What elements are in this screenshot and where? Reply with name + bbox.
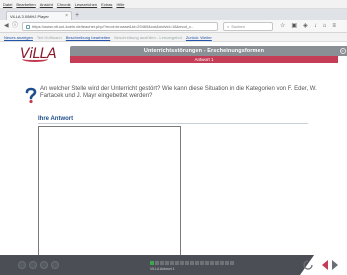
download-icon[interactable]: ↓ [314, 22, 317, 31]
browser-tabstrip: ViLLA 3.0/MHJ Player × + [0, 9, 347, 20]
page-subtitle: Antwort 1 [194, 57, 214, 62]
menu-item-chronik[interactable]: Chronik [57, 2, 71, 7]
progress-segment [210, 261, 214, 265]
progress-segment [230, 261, 234, 265]
close-icon: × [339, 48, 346, 54]
progress-segment [150, 261, 154, 265]
progress-segment [215, 261, 219, 265]
progress-segment [200, 261, 204, 265]
progress-segment [185, 261, 189, 265]
answer-label: Ihre Antwort [38, 116, 74, 122]
progress-segment [180, 261, 184, 265]
progress-segment [220, 261, 224, 265]
previous-arrow-icon [322, 260, 328, 270]
url-bar[interactable]: https://www.nit.uni-koeln.de/teacher.php… [22, 22, 218, 31]
info-icon[interactable]: ⓘ [12, 23, 18, 30]
next-arrow-icon [332, 260, 338, 270]
home-icon[interactable]: ⌂ [323, 22, 327, 31]
progress-segment [170, 261, 174, 265]
close-button[interactable]: × [338, 46, 347, 56]
progress-segment [175, 261, 179, 265]
progress-segment [195, 261, 199, 265]
app-header: ViLLA Unterrichtsstörungen - Erscheinung… [0, 42, 347, 66]
progress-label: ViLLA Antwort 1 [150, 267, 175, 271]
app-content: ViLLA Unterrichtsstörungen - Erscheinung… [0, 42, 347, 275]
answer-textarea[interactable] [38, 126, 181, 273]
progress-segment [155, 261, 159, 265]
bookmark-item[interactable]: Zurück: Weiter [186, 35, 212, 40]
browser-menubar: Datei Bearbeiten Ansicht Chronik Lesezei… [0, 0, 347, 9]
back-arrow-icon[interactable]: ◀ [4, 23, 9, 30]
hamburger-menu-icon[interactable]: ≡ [332, 22, 336, 31]
bookmark-item[interactable]: Neues anzeigen [4, 35, 33, 40]
bookmark-item[interactable]: Beschreibung ausfüllen - Lernangebot [114, 35, 182, 40]
footer-controls [18, 261, 59, 269]
logo-swoosh [22, 56, 48, 62]
lock-icon [26, 24, 30, 29]
menu-item-datei[interactable]: Datei [3, 2, 12, 7]
bookmarks-bar: Neues anzeigen Ted Hoffmann Beschreibung… [0, 33, 347, 42]
progress-bar [150, 261, 234, 265]
control-circle-icon[interactable] [29, 261, 37, 269]
progress-segment [225, 261, 229, 265]
menu-item-ansicht[interactable]: Ansicht [40, 2, 53, 7]
nav-arrows [303, 260, 338, 270]
browser-navbar: ◀ ⓘ https://www.nit.uni-koeln.de/teacher… [0, 20, 347, 33]
menu-item-hilfe[interactable]: Hilfe [116, 2, 124, 7]
star-icon[interactable]: ☆ [280, 22, 285, 31]
browser-tab[interactable]: ViLLA 3.0/MHJ Player × [6, 11, 72, 20]
control-circle-icon[interactable] [40, 261, 48, 269]
bookmark-item[interactable]: Ted Hoffmann [37, 35, 62, 40]
browser-tab-title: ViLLA 3.0/MHJ Player [10, 13, 49, 19]
shield-icon[interactable]: ◈ [303, 22, 308, 31]
search-placeholder: Suchen [231, 24, 245, 29]
reload-icon [303, 260, 313, 270]
toolbar-icons: ☆ ▣ ◈ ↓ ⌂ ≡ [280, 22, 336, 31]
page-title: Unterrichtsstörungen - Erscheinungsforme… [143, 48, 265, 54]
reader-icon[interactable]: ▣ [291, 22, 297, 31]
player-footer: ViLLA Antwort 1 [0, 255, 347, 275]
search-icon: ⌕ [227, 24, 230, 29]
tab-close-icon[interactable]: × [65, 13, 68, 19]
progress-segment [190, 261, 194, 265]
question-mark-icon [25, 87, 37, 104]
progress-segment [205, 261, 209, 265]
subtitle-bar: Antwort 1 [70, 56, 338, 63]
control-circle-icon[interactable] [51, 261, 59, 269]
menu-item-bearbeiten[interactable]: Bearbeiten [16, 2, 35, 7]
new-tab-icon[interactable]: + [75, 12, 79, 19]
question-text: An welcher Stelle wird der Unterricht ge… [40, 86, 317, 99]
progress-segment [160, 261, 164, 265]
progress-segment [165, 261, 169, 265]
menu-item-extras[interactable]: Extras [101, 2, 112, 7]
menu-item-lesezeichen[interactable]: Lesezeichen [75, 2, 97, 7]
divider [38, 123, 308, 124]
search-input[interactable]: ⌕ Suchen [223, 22, 273, 31]
url-text: https://www.nit.uni-koeln.de/teacher.php… [32, 24, 195, 29]
bookmark-item[interactable]: Beschreibung bearbeiten [66, 35, 110, 40]
title-bar: Unterrichtsstörungen - Erscheinungsforme… [70, 46, 338, 56]
control-circle-icon[interactable] [18, 261, 26, 269]
